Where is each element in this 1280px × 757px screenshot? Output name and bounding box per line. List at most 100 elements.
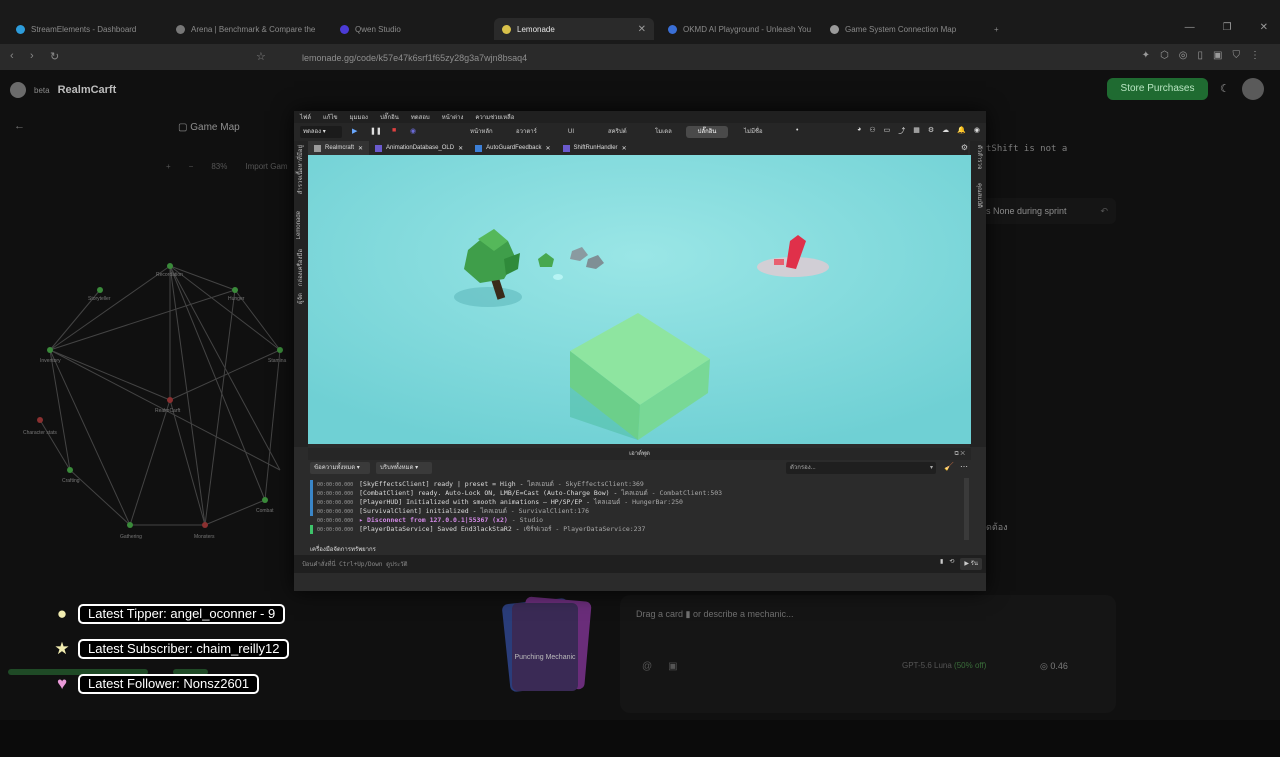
zoom-in-icon[interactable]: + — [166, 162, 171, 171]
command-input[interactable]: ป้อนคำสั่งที่นี่ Ctrl+Up/Down ดูประวัติ — [302, 559, 408, 569]
sidebar-icon[interactable]: ▯ — [1198, 50, 1204, 61]
close-tab-icon[interactable]: ✕ — [458, 145, 463, 152]
output-log-line[interactable]: 00:00:00.000 ▸ Disconnect from 127.0.0.1|… — [310, 516, 543, 525]
doc-tab-animation-database[interactable]: AnimationDatabase_OLD ✕ — [369, 141, 469, 155]
log-source[interactable]: - SkyEffectsClient:369 — [554, 480, 644, 488]
run-button[interactable]: ▶ รัน — [960, 558, 982, 570]
settings-icon[interactable]: ⚙ — [928, 126, 934, 136]
model-selector[interactable]: GPT-5.6 Luna (50% off) — [902, 661, 986, 670]
team-icon[interactable]: ⚇ — [869, 126, 875, 136]
url-field[interactable]: lemonade.gg/code/k57e47k6srf1f65zy28g3a7… — [272, 50, 952, 66]
resource-manager-tab[interactable]: เครื่องมือจัดการทรัพยากร — [310, 544, 376, 554]
grid-icon[interactable]: ▦ — [913, 126, 920, 136]
share-icon[interactable]: ⤴ — [898, 126, 905, 136]
avatar[interactable] — [1242, 78, 1264, 100]
mechanic-card[interactable] — [512, 603, 578, 691]
graph-node[interactable] — [47, 347, 53, 353]
profile-icon[interactable]: ◉ — [974, 126, 980, 136]
ribbon-tab-home[interactable]: หน้าหลัก — [464, 126, 499, 138]
rail-tab-explorer[interactable]: ตัวสำรวจ — [974, 145, 984, 169]
store-purchases-button[interactable]: Store Purchases — [1107, 78, 1208, 100]
output-log-line[interactable]: 00:00:00.000 [SurvivalClient] initialized… — [310, 507, 589, 516]
graph-node[interactable] — [202, 522, 208, 528]
output-filter-input[interactable]: ตัวกรอง... ▾ — [786, 462, 936, 474]
composer-placeholder[interactable]: Drag a card ▮ or describe a mechanic... — [636, 609, 794, 620]
maximize-icon[interactable]: ❐ — [1223, 22, 1232, 33]
output-scrollbar[interactable] — [964, 478, 969, 540]
menu-view[interactable]: มุมมอง — [350, 112, 368, 122]
graph-node[interactable] — [277, 347, 283, 353]
minimize-icon[interactable]: — — [1185, 22, 1195, 33]
ribbon-tab-model[interactable]: โมเดล — [649, 126, 678, 138]
rail-tab-manager[interactable]: ผู้จัด — [296, 293, 306, 304]
browser-tab[interactable]: Arena | Benchmark & Compare the — [168, 18, 323, 40]
forward-icon[interactable]: › — [30, 50, 34, 62]
cloud-icon[interactable]: ☁ — [942, 126, 949, 136]
close-tab-icon[interactable]: ✕ — [622, 145, 627, 152]
clear-output-icon[interactable]: 🧹 — [944, 462, 954, 471]
rail-tab-toolbox[interactable]: กล่องเครื่องมือ — [296, 249, 306, 286]
ribbon-tab-ui[interactable]: UI — [562, 126, 580, 138]
output-log-line[interactable]: 00:00:00.000 [CombatClient] ready. Auto-L… — [310, 489, 722, 498]
log-source[interactable]: - Studio — [508, 516, 543, 524]
image-icon[interactable]: ▣ — [668, 661, 677, 672]
message-filter-dropdown[interactable]: ข้อความทั้งหมด ▾ — [310, 462, 370, 474]
graph-node[interactable] — [67, 467, 73, 473]
log-source[interactable]: - HungerBar:250 — [620, 498, 683, 506]
more-options-icon[interactable]: ⋯ — [960, 462, 968, 471]
menu-icon[interactable]: ⋮ — [1250, 50, 1260, 61]
undock-icon[interactable]: ⧉ — [954, 451, 958, 457]
history-icon[interactable]: ⟲ — [949, 558, 954, 570]
graph-node[interactable] — [167, 263, 173, 269]
extension-icon[interactable]: ◎ — [1179, 50, 1188, 61]
close-tab-icon[interactable]: ✕ — [546, 145, 551, 152]
game-viewport[interactable] — [308, 155, 971, 444]
context-filter-dropdown[interactable]: บริบททั้งหมด ▾ — [376, 462, 432, 474]
card-stack[interactable] — [492, 596, 602, 757]
browser-tab[interactable]: Lemonade ✕ — [494, 18, 654, 40]
doc-tab-auto-guard-feedback[interactable]: AutoGuardFeedback ✕ — [469, 141, 556, 155]
close-tab-icon[interactable]: ✕ — [358, 145, 363, 152]
play-icon[interactable]: ▶ — [352, 127, 357, 135]
back-arrow-icon[interactable]: ← — [14, 120, 25, 132]
menu-plugins[interactable]: ปลั๊กอิน — [380, 112, 399, 122]
browser-tab[interactable]: Qwen Studio — [332, 18, 482, 40]
graph-node[interactable] — [167, 397, 173, 403]
avatar-icon[interactable]: ◕ — [857, 126, 861, 136]
close-tab-icon[interactable]: ✕ — [638, 24, 646, 35]
rail-tab-properties[interactable]: คุณสมบัติ — [974, 183, 984, 208]
undo-icon[interactable]: ↶ — [1100, 198, 1108, 224]
bookmark-icon[interactable]: ☆ — [256, 50, 266, 63]
import-button[interactable]: Import Gam — [245, 162, 287, 171]
client-server-icon[interactable]: ◉ — [410, 127, 416, 135]
menu-edit[interactable]: แก้ไข — [323, 112, 338, 122]
ribbon-tab-avatar[interactable]: อวาตาร์ — [510, 126, 543, 138]
new-tab-button[interactable]: + — [986, 18, 1006, 40]
rail-tab-creator-store[interactable]: สำรวจเนื้อหาที่มีอยู่ — [296, 145, 306, 194]
output-log-line[interactable]: 00:00:00.000 [SkyEffectsClient] ready | p… — [310, 480, 644, 489]
menu-test[interactable]: ทดสอบ — [411, 112, 430, 122]
log-source[interactable]: - PlayerDataService:237 — [552, 525, 645, 533]
shield-icon[interactable]: ⛉ — [1233, 50, 1241, 61]
stop-icon[interactable]: ■ — [392, 127, 396, 134]
bookmark-command-icon[interactable]: ▮ — [940, 558, 943, 570]
output-log-line[interactable]: 00:00:00.000 [PlayerHUD] Initialized with… — [310, 498, 683, 507]
ribbon-tab-script[interactable]: สคริปต์ — [602, 126, 633, 138]
back-icon[interactable]: ‹ — [10, 50, 14, 62]
menu-window[interactable]: หน้าต่าง — [442, 112, 464, 122]
graph-node[interactable] — [232, 287, 238, 293]
chat-icon[interactable]: ▭ — [884, 126, 891, 136]
browser-tab[interactable]: StreamElements - Dashboard — [8, 18, 158, 40]
log-source[interactable]: - SurvivalClient:176 — [507, 507, 589, 515]
zoom-out-icon[interactable]: − — [189, 162, 194, 171]
graph-node[interactable] — [97, 287, 103, 293]
gear-icon[interactable]: ⚙ — [961, 141, 968, 155]
prompt-composer[interactable]: Drag a card ▮ or describe a mechanic... … — [620, 595, 1116, 713]
output-log-line[interactable]: 00:00:00.000 [PlayerDataService] Saved En… — [310, 525, 645, 534]
doc-tab-shift-run-handler[interactable]: ShiftRunHandler ✕ — [557, 141, 633, 155]
game-map-graph[interactable]: Storyteller Recordation Hunger Inventory… — [20, 220, 300, 660]
close-window-icon[interactable]: ✕ — [1260, 22, 1268, 33]
pause-icon[interactable]: ❚❚ — [370, 127, 382, 135]
at-icon[interactable]: @ — [642, 661, 652, 672]
ribbon-tab-plugins[interactable]: ปลั๊กอิน — [686, 126, 728, 138]
